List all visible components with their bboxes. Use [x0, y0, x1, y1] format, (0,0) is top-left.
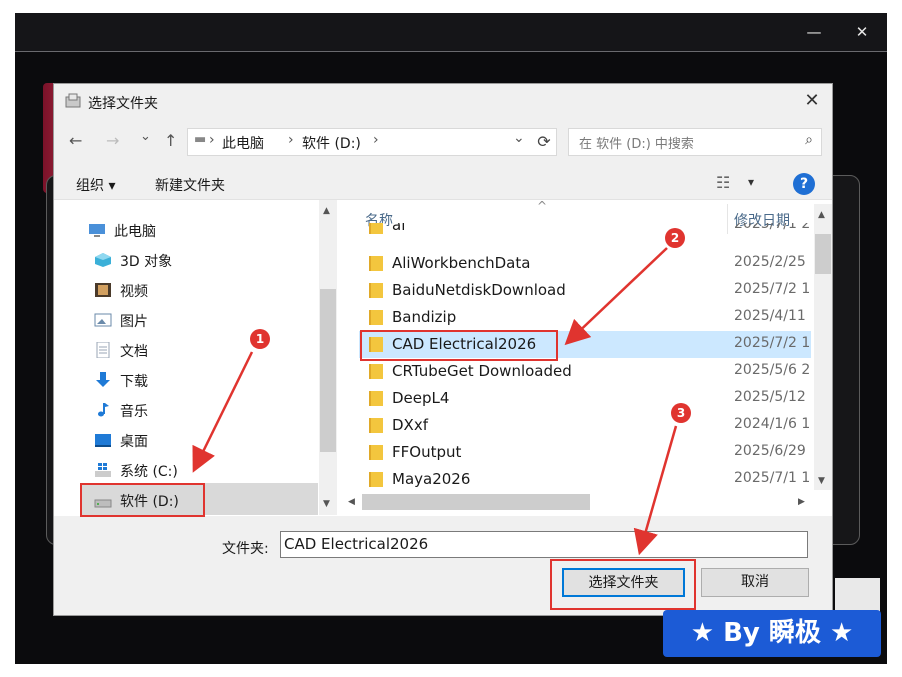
- arrow-2: [564, 247, 668, 346]
- step-badge-3: 3: [671, 403, 691, 423]
- arrow-3: [633, 425, 678, 556]
- watermark-badge: ★ By 瞬极 ★: [663, 610, 881, 657]
- step-badge-1: 1: [250, 329, 270, 349]
- arrow-1: [192, 351, 254, 473]
- annotation-arrows: [192, 247, 678, 556]
- step-badge-2: 2: [665, 228, 685, 248]
